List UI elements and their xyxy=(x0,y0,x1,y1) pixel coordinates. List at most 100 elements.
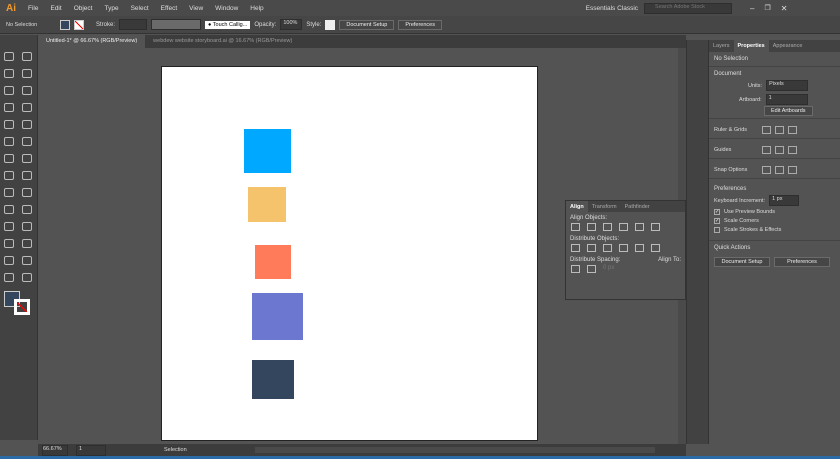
style-swatch[interactable] xyxy=(325,19,336,30)
use-preview-bounds-checkbox[interactable]: ✓ xyxy=(714,209,720,215)
brush-definition[interactable]: ● Touch Callig... xyxy=(205,20,251,29)
shaper-tool-icon[interactable] xyxy=(4,137,14,146)
menu-type[interactable]: Type xyxy=(98,5,124,12)
preferences-button[interactable]: Preferences xyxy=(398,19,442,30)
tab-transform[interactable]: Transform xyxy=(588,201,621,212)
line-tool-icon[interactable] xyxy=(22,103,32,112)
hand-tool-icon[interactable] xyxy=(4,273,14,282)
tab-webdew-storyboard[interactable]: webdew website storyboard.ai @ 16.67% (R… xyxy=(145,35,300,48)
scale-strokes-checkbox[interactable] xyxy=(714,227,720,233)
pen-tool-icon[interactable] xyxy=(4,86,14,95)
close-button[interactable]: ✕ xyxy=(781,4,788,13)
horizontal-spacing-icon[interactable] xyxy=(587,265,596,273)
type-tool-icon[interactable] xyxy=(4,103,14,112)
distribute-left-icon[interactable] xyxy=(619,244,628,252)
artboard-select[interactable]: 1 xyxy=(765,94,808,105)
perspective-grid-tool-icon[interactable] xyxy=(22,188,32,197)
symbol-sprayer-tool-icon[interactable] xyxy=(4,239,14,248)
restore-button[interactable]: ❐ xyxy=(765,4,771,12)
ruler-icon[interactable] xyxy=(762,126,771,134)
artboard-tool-icon[interactable] xyxy=(4,256,14,265)
minimize-button[interactable]: – xyxy=(750,4,754,13)
blend-tool-icon[interactable] xyxy=(22,222,32,231)
horizontal-scrollbar[interactable] xyxy=(254,447,655,453)
tab-align[interactable]: Align xyxy=(566,201,588,212)
align-hcenter-icon[interactable] xyxy=(587,223,596,231)
yellow-square[interactable] xyxy=(248,187,286,222)
zoom-tool-icon[interactable] xyxy=(22,273,32,282)
tab-properties[interactable]: Properties xyxy=(733,40,769,52)
quick-document-setup-button[interactable]: Document Setup xyxy=(714,257,770,267)
shape-builder-tool-icon[interactable] xyxy=(4,188,14,197)
menu-edit[interactable]: Edit xyxy=(44,5,67,12)
distribute-vcenter-icon[interactable] xyxy=(587,244,596,252)
fill-swatch[interactable] xyxy=(60,19,70,30)
graph-tool-icon[interactable] xyxy=(22,239,32,248)
orange-square[interactable] xyxy=(255,245,291,279)
direct-selection-tool-icon[interactable] xyxy=(22,52,32,61)
slice-tool-icon[interactable] xyxy=(22,256,32,265)
document-setup-button[interactable]: Document Setup xyxy=(339,19,395,30)
vertical-spacing-icon[interactable] xyxy=(571,265,580,273)
free-transform-tool-icon[interactable] xyxy=(22,171,32,180)
align-left-icon[interactable] xyxy=(571,223,580,231)
selection-tool-icon[interactable] xyxy=(4,52,14,61)
tab-pathfinder[interactable]: Pathfinder xyxy=(621,201,654,212)
menu-file[interactable]: File xyxy=(22,5,44,12)
stroke-color-icon[interactable] xyxy=(14,299,30,315)
purple-square[interactable] xyxy=(252,293,303,340)
spacing-input[interactable]: 0 px xyxy=(603,265,614,273)
smart-guides-icon[interactable] xyxy=(788,146,797,154)
rotate-tool-icon[interactable] xyxy=(4,154,14,163)
eyedropper-tool-icon[interactable] xyxy=(4,222,14,231)
snap-to-grid-icon[interactable] xyxy=(775,166,784,174)
eraser-tool-icon[interactable] xyxy=(22,137,32,146)
menu-effect[interactable]: Effect xyxy=(155,5,184,12)
scale-tool-icon[interactable] xyxy=(22,154,32,163)
transparency-grid-icon[interactable] xyxy=(788,126,797,134)
menu-window[interactable]: Window xyxy=(209,5,244,12)
menu-view[interactable]: View xyxy=(183,5,209,12)
menu-help[interactable]: Help xyxy=(244,5,269,12)
artboard-navigation-select[interactable]: 1 xyxy=(76,444,106,456)
distribute-right-icon[interactable] xyxy=(651,244,660,252)
lock-guides-icon[interactable] xyxy=(775,146,784,154)
units-select[interactable]: Pixels xyxy=(766,80,809,91)
tab-untitled-1[interactable]: Untitled-1* @ 66.67% (RGB/Preview) xyxy=(38,35,146,48)
stroke-swatch[interactable] xyxy=(74,19,84,30)
blue-square[interactable] xyxy=(244,129,291,173)
distribute-top-icon[interactable] xyxy=(571,244,580,252)
distribute-bottom-icon[interactable] xyxy=(603,244,612,252)
navy-square[interactable] xyxy=(252,360,294,399)
variable-width-profile[interactable] xyxy=(151,19,202,30)
zoom-level-select[interactable]: 66.67% xyxy=(42,444,68,456)
tab-appearance[interactable]: Appearance xyxy=(769,40,807,52)
magic-wand-tool-icon[interactable] xyxy=(4,69,14,78)
edit-artboards-button[interactable]: Edit Artboards xyxy=(764,106,813,116)
align-right-icon[interactable] xyxy=(603,223,612,231)
align-top-icon[interactable] xyxy=(619,223,628,231)
artboard[interactable] xyxy=(161,66,538,441)
show-guides-icon[interactable] xyxy=(762,146,771,154)
quick-preferences-button[interactable]: Preferences xyxy=(774,257,830,267)
menu-select[interactable]: Select xyxy=(125,5,155,12)
mesh-tool-icon[interactable] xyxy=(4,205,14,214)
keyboard-increment-input[interactable]: 1 px xyxy=(769,195,800,206)
snap-to-pixel-icon[interactable] xyxy=(788,166,797,174)
workspace-switcher[interactable]: Essentials Classic xyxy=(580,5,644,12)
opacity-input[interactable]: 100% xyxy=(280,19,303,30)
paintbrush-tool-icon[interactable] xyxy=(22,120,32,129)
distribute-hcenter-icon[interactable] xyxy=(635,244,644,252)
stock-search-input[interactable]: Search Adobe Stock xyxy=(644,2,733,14)
rectangle-tool-icon[interactable] xyxy=(4,120,14,129)
snap-to-point-icon[interactable] xyxy=(762,166,771,174)
align-bottom-icon[interactable] xyxy=(651,223,660,231)
stroke-weight-input[interactable] xyxy=(119,19,148,30)
align-vcenter-icon[interactable] xyxy=(635,223,644,231)
grid-icon[interactable] xyxy=(775,126,784,134)
scale-corners-checkbox[interactable]: ✓ xyxy=(714,218,720,224)
width-tool-icon[interactable] xyxy=(4,171,14,180)
menu-object[interactable]: Object xyxy=(68,5,99,12)
lasso-tool-icon[interactable] xyxy=(22,69,32,78)
gradient-tool-icon[interactable] xyxy=(22,205,32,214)
